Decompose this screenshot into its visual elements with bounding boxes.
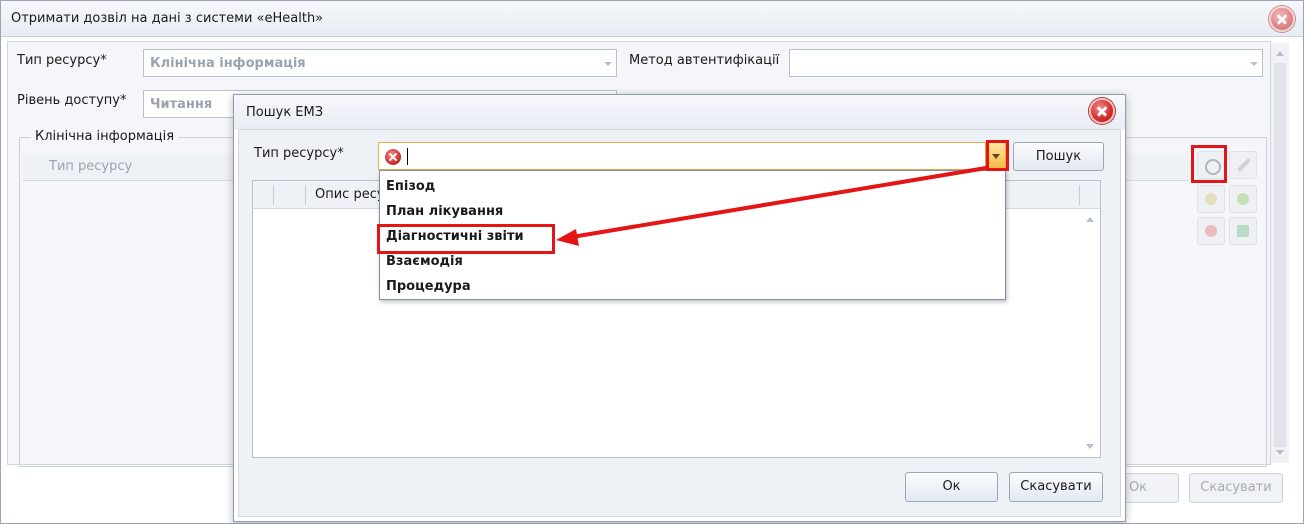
- annotation-arrow-head: [556, 229, 579, 246]
- annotation-arrow: [556, 166, 988, 246]
- annotation-arrow-line: [570, 166, 988, 239]
